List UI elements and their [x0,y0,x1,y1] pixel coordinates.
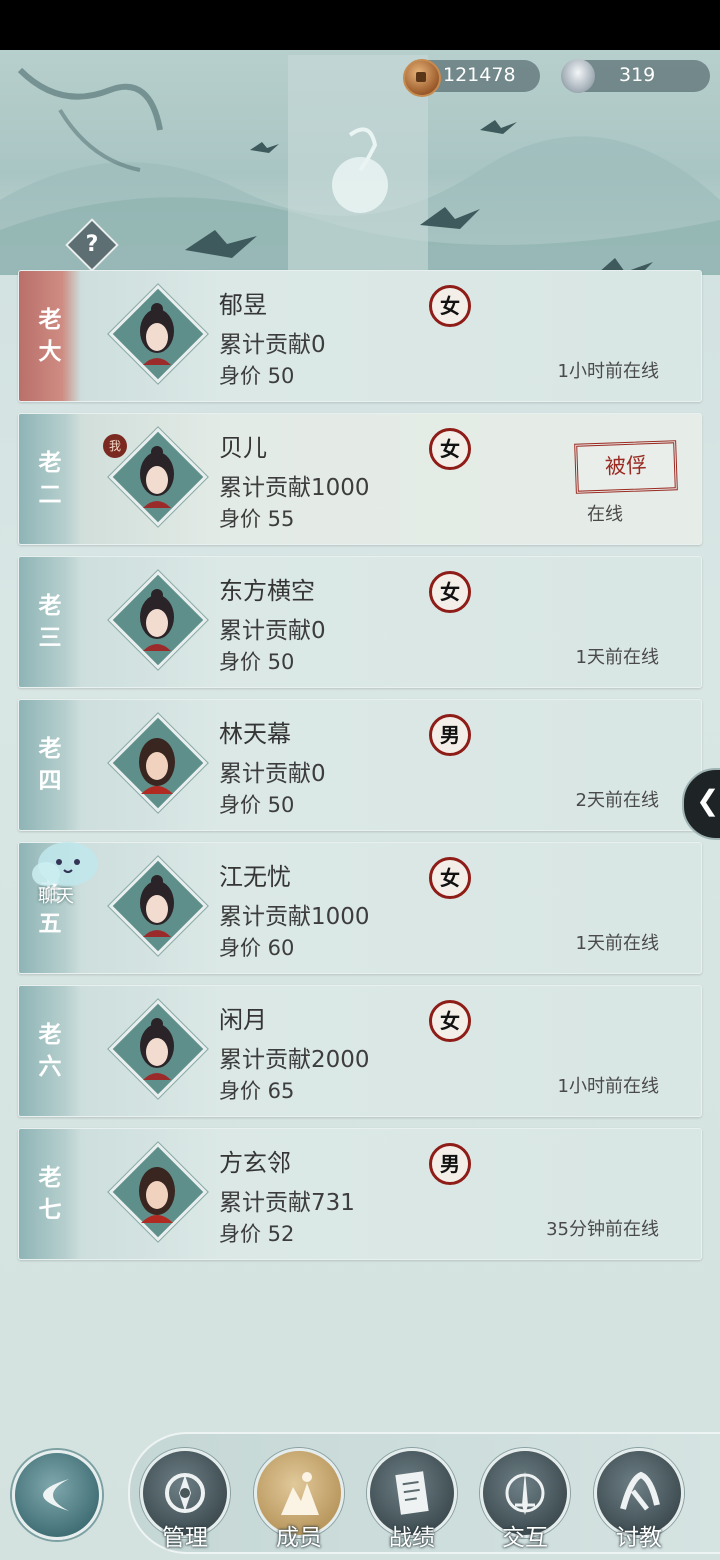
member-card[interactable]: 老 大 郁昱 女 累计贡献0 身价 50 1小时前在线 [18,270,702,402]
nav-record-label: 战绩 [389,1525,435,1551]
captured-stamp: 被俘 [574,440,678,494]
avatar[interactable] [108,570,208,670]
member-card[interactable]: 老 五 江无忧 女 累计贡献1000 身价 60 1天前在线 [18,842,702,974]
nav-record[interactable]: 战绩 [367,1448,457,1560]
chat-button[interactable]: 聊天 [28,838,102,908]
copper-coin-icon [403,59,441,97]
member-card[interactable]: 老 六 闲月 女 累计贡献2000 身价 65 1小时前在线 [18,985,702,1117]
online-status: 1小时前在线 [557,361,659,382]
gender-female-icon: 女 [429,1000,471,1042]
member-name: 东方横空 [219,577,315,605]
member-price: 身价 65 [219,1079,295,1103]
gender-female-icon: 女 [429,857,471,899]
female-portrait-icon [140,446,174,508]
member-price: 身价 55 [219,507,295,531]
member-card-self[interactable]: 老 二 我 贝儿 女 累计贡献1000 身价 55 被俘 在线 [18,413,702,545]
nav-members[interactable]: 成员 [254,1448,344,1560]
gender-female-icon: 女 [429,285,471,327]
gender-male-icon: 男 [429,714,471,756]
nav-members-label: 成员 [276,1525,322,1551]
back-button[interactable] [12,1450,102,1540]
member-contribution: 累计贡献1000 [219,475,370,501]
rank-label: 老 四 [19,700,81,830]
member-card[interactable]: 老 四 林天幕 男 累计贡献0 身价 50 2天前在线 [18,699,702,831]
member-price: 身价 50 [219,650,295,674]
member-card[interactable]: 老 三 东方横空 女 累计贡献0 身价 50 1天前在线 [18,556,702,688]
rank-label: 老 二 [19,414,81,544]
gender-female-icon: 女 [429,571,471,613]
online-status: 在线 [587,504,623,525]
nav-spar-label: 讨教 [616,1525,662,1551]
avatar[interactable] [108,856,208,956]
member-name: 郁昱 [219,291,267,319]
question-icon: ? [85,232,99,257]
female-portrait-icon [140,875,174,937]
nav-interact[interactable]: 交互 [480,1448,570,1560]
member-price: 身价 50 [219,793,295,817]
avatar[interactable] [108,427,208,527]
silver-amount: 319 [619,64,656,86]
member-price: 身价 52 [219,1222,295,1246]
female-portrait-icon [140,589,174,651]
self-badge: 我 [103,434,127,458]
avatar[interactable] [108,1142,208,1242]
nav-spar[interactable]: 讨教 [594,1448,684,1560]
member-contribution: 累计贡献731 [219,1190,355,1216]
female-portrait-icon [140,303,174,365]
back-arrow-icon [43,1479,69,1511]
online-status: 2天前在线 [575,790,659,811]
gender-male-icon: 男 [429,1143,471,1185]
nav-manage-label: 管理 [162,1525,208,1551]
silver-currency[interactable]: 319 [561,59,710,93]
avatar[interactable] [108,713,208,813]
member-name: 贝儿 [219,434,267,462]
female-portrait-icon [140,1018,174,1080]
avatar[interactable] [108,284,208,384]
male-portrait-icon [139,1167,175,1223]
online-status: 1小时前在线 [557,1076,659,1097]
member-card[interactable]: 老 七 方玄邻 男 累计贡献731 身价 52 35分钟前在线 [18,1128,702,1260]
status-bar [0,0,720,50]
rank-label: 老 六 [19,986,81,1116]
online-status: 1天前在线 [575,647,659,668]
member-price: 身价 50 [219,364,295,388]
online-status: 35分钟前在线 [546,1219,659,1240]
avatar[interactable] [108,999,208,1099]
chevron-left-icon: ❮ [696,784,720,817]
member-name: 方玄邻 [219,1149,291,1177]
chat-label: 聊天 [38,886,74,907]
member-contribution: 累计贡献0 [219,618,326,644]
male-portrait-icon [139,738,175,794]
nav-interact-label: 交互 [502,1525,548,1551]
rank-label: 老 三 [19,557,81,687]
member-contribution: 累计贡献0 [219,761,326,787]
member-contribution: 累计贡献2000 [219,1047,370,1073]
online-status: 1天前在线 [575,933,659,954]
member-name: 闲月 [219,1006,267,1034]
nav-manage[interactable]: 管理 [140,1448,230,1560]
rank-label: 老 七 [19,1129,81,1259]
copper-amount: 121478 [443,64,516,86]
member-contribution: 累计贡献0 [219,332,326,358]
member-price: 身价 60 [219,936,295,960]
member-name: 江无忧 [219,863,291,891]
member-list: 老 大 郁昱 女 累计贡献0 身价 50 1小时前在线 老 二 我 贝儿 女 累… [18,270,702,1271]
rank-label: 老 大 [19,271,81,401]
gender-female-icon: 女 [429,428,471,470]
member-name: 林天幕 [219,720,291,748]
copper-currency[interactable]: 121478 [403,59,540,97]
silver-ingot-icon [561,59,595,93]
member-contribution: 累计贡献1000 [219,904,370,930]
